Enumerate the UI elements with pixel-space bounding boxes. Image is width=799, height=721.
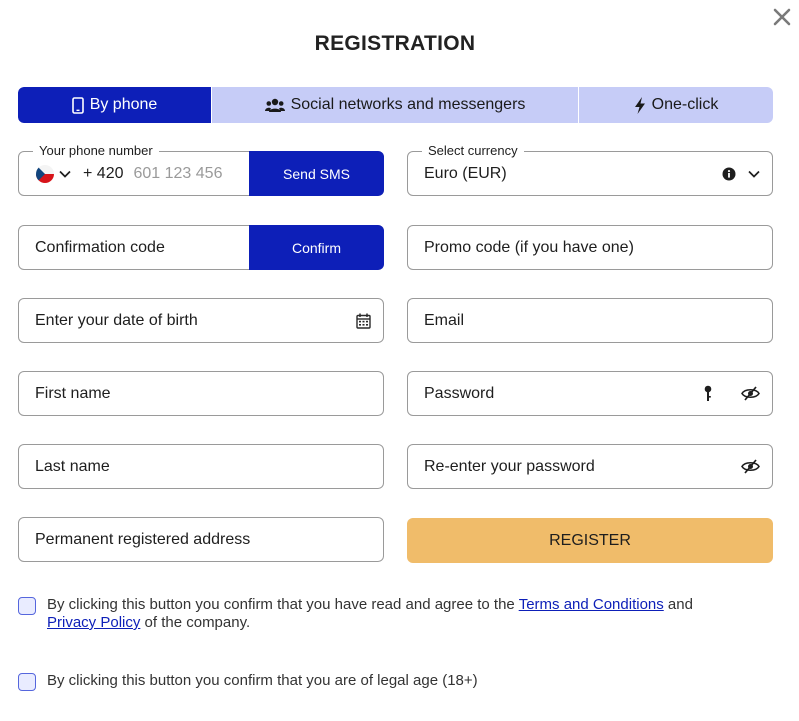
page-title: REGISTRATION [314,32,476,55]
tab-social-networks[interactable]: Social networks and messengers [211,87,578,123]
country-code: + 420 [83,164,124,182]
eye-slash-icon[interactable] [741,459,760,474]
users-icon [264,98,285,113]
repeat-password-placeholder: Re-enter your password [424,457,595,475]
terms-agreement: By clicking this button you confirm that… [18,596,758,632]
repeat-password-field[interactable]: Re-enter your password [407,444,773,489]
date-of-birth-field[interactable]: Enter your date of birth [18,298,384,343]
eye-slash-icon[interactable] [741,386,760,401]
legal-age-text: By clicking this button you confirm that… [47,672,478,689]
tab-label: One-click [651,96,719,113]
currency-legend: Select currency [422,143,524,158]
tab-label: By phone [89,96,158,113]
legal-age-agreement: By clicking this button you confirm that… [18,672,478,691]
promo-code-field[interactable]: Promo code (if you have one) [407,225,773,270]
terms-text-middle: and [663,596,693,613]
date-of-birth-placeholder: Enter your date of birth [35,311,198,329]
first-name-field[interactable]: First name [18,371,384,416]
tab-by-phone[interactable]: By phone [18,87,211,123]
key-icon[interactable] [703,385,713,402]
email-placeholder: Email [424,311,465,329]
terms-text-before: By clicking this button you confirm that… [47,596,519,613]
confirm-button[interactable]: Confirm [249,225,384,270]
chevron-down-icon [748,170,760,178]
password-field[interactable]: Password [407,371,773,416]
promo-code-placeholder: Promo code (if you have one) [424,238,634,256]
email-field[interactable]: Email [407,298,773,343]
first-name-placeholder: First name [35,384,111,402]
terms-link[interactable]: Terms and Conditions [519,596,664,613]
address-placeholder: Permanent registered address [35,530,251,548]
terms-text-after: of the company. [140,614,251,631]
close-icon[interactable] [771,6,793,28]
phone-legend: Your phone number [33,143,159,158]
terms-agreement-text: By clicking this button you confirm that… [47,596,693,632]
smartphone-icon [71,96,84,114]
address-field[interactable]: Permanent registered address [18,517,384,562]
register-button[interactable]: REGISTER [407,518,773,563]
phone-input[interactable] [133,164,244,183]
last-name-field[interactable]: Last name [18,444,384,489]
country-selector[interactable] [36,164,71,183]
info-icon[interactable] [722,167,736,181]
registration-tabs: By phone Social networks and messengers … [18,87,773,123]
currency-value: Euro (EUR) [424,164,507,182]
last-name-placeholder: Last name [35,457,110,475]
lightning-icon [634,96,646,114]
czech-flag-icon [36,164,54,183]
tab-one-click[interactable]: One-click [578,87,773,123]
privacy-policy-link[interactable]: Privacy Policy [47,614,140,631]
send-sms-button[interactable]: Send SMS [249,151,384,196]
password-placeholder: Password [424,384,495,402]
tab-label: Social networks and messengers [290,96,526,113]
chevron-down-icon [59,170,71,178]
terms-checkbox[interactable] [18,597,36,615]
calendar-icon[interactable] [356,313,371,329]
confirmation-code-field[interactable]: Confirmation code Confirm [18,225,384,270]
currency-select[interactable]: Select currency Euro (EUR) [407,143,773,196]
phone-field: Your phone number + 420 Send SMS [18,143,384,196]
legal-age-checkbox[interactable] [18,673,36,691]
